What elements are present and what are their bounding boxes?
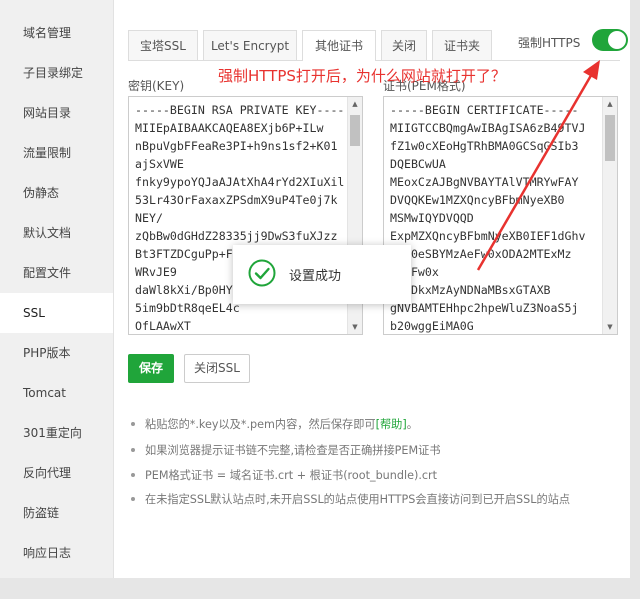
scroll-up-icon[interactable]: ▲ bbox=[603, 97, 617, 111]
cert-textarea-content: -----BEGIN CERTIFICATE----- MIIGTCCBQmgA… bbox=[390, 103, 586, 333]
key-field-label: 密钥(KEY) bbox=[128, 79, 185, 93]
sidebar-item-traffic-limit[interactable]: 流量限制 bbox=[0, 133, 113, 173]
tip-item: 如果浏览器提示证书链不完整,请检查是否正确拼接PEM证书 bbox=[128, 442, 441, 458]
sidebar-item-reverse-proxy[interactable]: 反向代理 bbox=[0, 453, 113, 493]
tab-cert-folder[interactable]: 证书夹 bbox=[432, 30, 492, 60]
bullet-icon bbox=[131, 448, 135, 452]
sidebar-item-ssl[interactable]: SSL bbox=[0, 293, 113, 333]
sidebar-item-php-version[interactable]: PHP版本 bbox=[0, 333, 113, 373]
sidebar-item-default-doc[interactable]: 默认文档 bbox=[0, 213, 113, 253]
sidebar-item-subdir-binding[interactable]: 子目录绑定 bbox=[0, 53, 113, 93]
tab-other-cert[interactable]: 其他证书 bbox=[302, 30, 376, 61]
toast-message: 设置成功 bbox=[289, 269, 342, 284]
scroll-up-icon[interactable]: ▲ bbox=[348, 97, 362, 111]
sidebar-item-rewrite[interactable]: 伪静态 bbox=[0, 173, 113, 213]
check-circle-icon bbox=[248, 259, 276, 287]
scroll-down-icon[interactable]: ▼ bbox=[348, 320, 362, 334]
save-button[interactable]: 保存 bbox=[128, 354, 174, 383]
cert-scrollbar[interactable]: ▲ ▼ bbox=[602, 97, 617, 334]
sidebar-item-tomcat[interactable]: Tomcat bbox=[0, 373, 113, 413]
window-frame-bottom bbox=[0, 578, 640, 599]
tip-item: 在未指定SSL默认站点时,未开启SSL的站点使用HTTPS会直接访问到已开启SS… bbox=[128, 491, 570, 507]
sidebar-item-hotlink-protection[interactable]: 防盗链 bbox=[0, 493, 113, 533]
help-link[interactable]: [帮助] bbox=[376, 418, 407, 431]
tab-bt-ssl[interactable]: 宝塔SSL bbox=[128, 30, 198, 60]
force-https-toggle[interactable] bbox=[592, 29, 628, 51]
tab-lets-encrypt[interactable]: Let's Encrypt bbox=[203, 30, 297, 60]
bullet-icon bbox=[131, 422, 135, 426]
sidebar-item-response-log[interactable]: 响应日志 bbox=[0, 533, 113, 573]
sidebar-item-domain[interactable]: 域名管理 bbox=[0, 13, 113, 53]
force-https-label: 强制HTTPS bbox=[518, 36, 581, 50]
tip-item: 粘贴您的*.key以及*.pem内容，然后保存即可[帮助]。 bbox=[128, 416, 418, 432]
toggle-knob bbox=[608, 31, 626, 49]
annotation-text: 强制HTTPS打开后，为什么网站就打开了？ bbox=[218, 67, 506, 85]
sidebar-item-site-dir[interactable]: 网站目录 bbox=[0, 93, 113, 133]
scroll-thumb[interactable] bbox=[350, 115, 360, 146]
tab-close[interactable]: 关闭 bbox=[381, 30, 427, 60]
sidebar-item-redirect-301[interactable]: 301重定向 bbox=[0, 413, 113, 453]
close-ssl-button[interactable]: 关闭SSL bbox=[184, 354, 250, 383]
scroll-thumb[interactable] bbox=[605, 115, 615, 161]
bullet-icon bbox=[131, 497, 135, 501]
site-settings-sidebar: 域名管理 子目录绑定 网站目录 流量限制 伪静态 默认文档 配置文件 SSL P… bbox=[0, 0, 114, 578]
window-frame-right bbox=[630, 0, 640, 599]
sidebar-item-config-file[interactable]: 配置文件 bbox=[0, 253, 113, 293]
cert-textarea[interactable]: -----BEGIN CERTIFICATE----- MIIGTCCBQmgA… bbox=[383, 96, 618, 335]
scroll-down-icon[interactable]: ▼ bbox=[603, 320, 617, 334]
success-toast: 设置成功 bbox=[233, 245, 411, 304]
tip-item: PEM格式证书 = 域名证书.crt + 根证书(root_bundle).cr… bbox=[128, 467, 437, 483]
bullet-icon bbox=[131, 473, 135, 477]
